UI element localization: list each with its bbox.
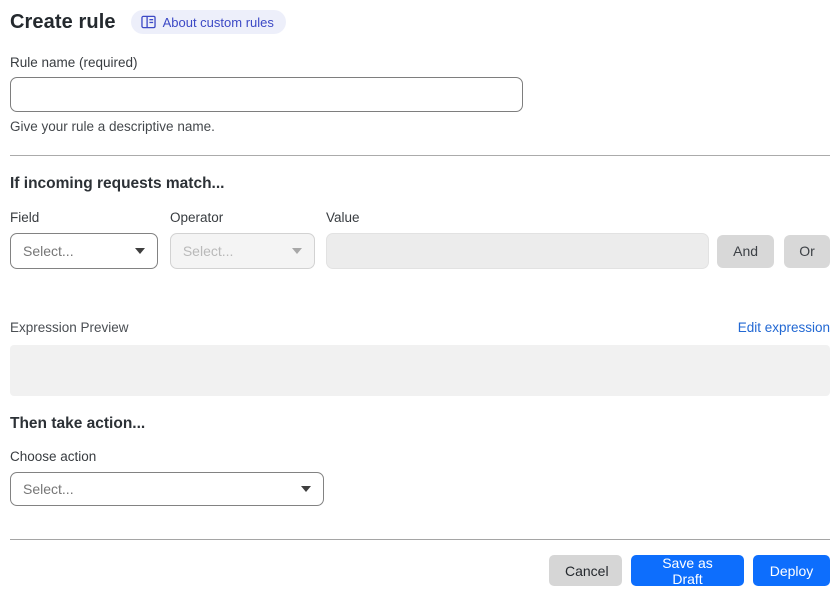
- field-select-value: Select...: [23, 243, 74, 259]
- match-labels-row: Field Operator Value: [10, 210, 830, 225]
- field-label: Field: [10, 210, 40, 225]
- value-label: Value: [326, 210, 360, 225]
- match-controls-row: Select... Select... And Or: [10, 233, 831, 269]
- deploy-button[interactable]: Deploy: [753, 555, 830, 586]
- chevron-down-icon: [291, 248, 302, 254]
- expression-row: Expression Preview Edit expression: [10, 320, 830, 335]
- action-section-heading: Then take action...: [10, 415, 146, 432]
- section-divider: [10, 155, 830, 156]
- operator-select[interactable]: Select...: [169, 233, 315, 269]
- about-custom-rules-label: About custom rules: [162, 14, 274, 30]
- and-button[interactable]: And: [717, 234, 775, 268]
- operator-label: Operator: [170, 210, 224, 225]
- value-input[interactable]: [325, 233, 710, 269]
- footer-divider: [10, 539, 830, 540]
- rule-name-helper: Give your rule a descriptive name.: [10, 119, 215, 134]
- operator-select-value: Select...: [182, 243, 234, 259]
- choose-action-value: Select...: [23, 481, 74, 497]
- field-select[interactable]: Select...: [10, 233, 158, 269]
- rule-name-label: Rule name (required): [10, 55, 138, 70]
- header: Create rule About custom rules: [10, 10, 830, 34]
- match-section-heading: If incoming requests match...: [10, 175, 225, 192]
- choose-action-label: Choose action: [10, 449, 97, 464]
- create-rule-form: Create rule About custom rules Rule name…: [0, 0, 839, 587]
- expression-preview-label: Expression Preview: [10, 320, 129, 335]
- save-as-draft-button[interactable]: Save as Draft: [631, 555, 744, 587]
- about-custom-rules-badge[interactable]: About custom rules: [130, 10, 286, 34]
- choose-action-select[interactable]: Select...: [10, 472, 324, 506]
- book-icon: [140, 15, 156, 29]
- cancel-button[interactable]: Cancel: [549, 555, 622, 586]
- expression-preview-box: [10, 345, 830, 396]
- chevron-down-icon: [134, 248, 145, 254]
- footer: Cancel Save as Draft Deploy: [10, 555, 830, 587]
- rule-name-input[interactable]: [10, 77, 523, 112]
- or-button[interactable]: Or: [784, 234, 831, 268]
- edit-expression-link[interactable]: Edit expression: [738, 320, 830, 335]
- page-title: Create rule: [10, 10, 116, 33]
- chevron-down-icon: [301, 486, 311, 492]
